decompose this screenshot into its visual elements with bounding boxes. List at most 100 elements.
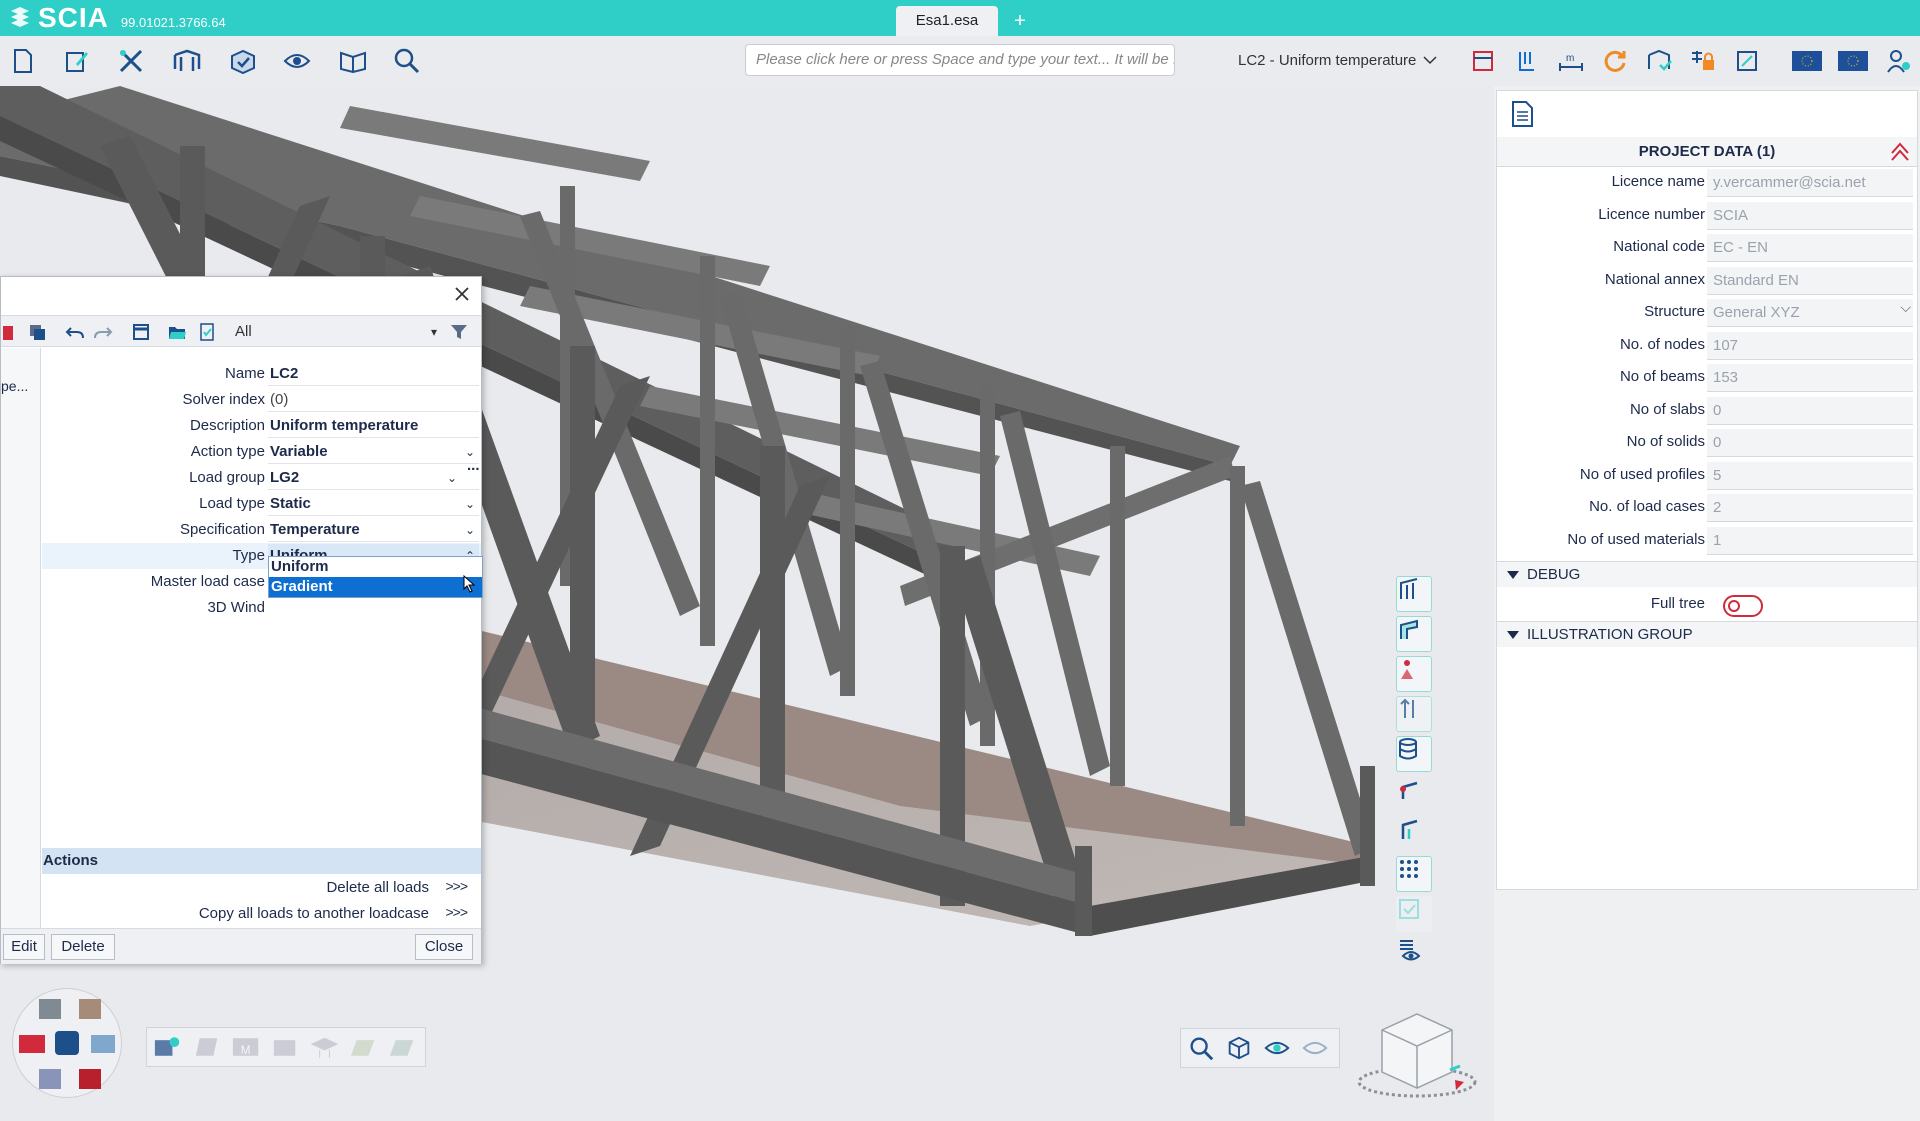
field-description[interactable]: Description Uniform temperature xyxy=(42,413,481,439)
check-grid-icon[interactable] xyxy=(1396,896,1432,932)
field-load-group[interactable]: Load group LG2 ⌄ xyxy=(42,465,481,491)
hinge-tool-icon[interactable] xyxy=(1396,776,1432,812)
project-data-value: 2 xyxy=(1707,494,1913,522)
new-tab-button[interactable]: + xyxy=(1010,6,1030,36)
document-icon[interactable] xyxy=(1507,99,1537,129)
frame-icon[interactable] xyxy=(1468,46,1498,76)
copy-icon[interactable] xyxy=(27,322,47,342)
zoom-all-icon[interactable] xyxy=(1187,1033,1215,1063)
edit-button[interactable]: Edit xyxy=(3,934,45,960)
chevron-down-icon[interactable]: ⌄ xyxy=(447,466,457,490)
table-icon[interactable] xyxy=(131,322,151,342)
folder-open-icon[interactable] xyxy=(167,322,187,342)
field-value[interactable]: (0) xyxy=(268,388,479,412)
type-option-uniform[interactable]: Uniform xyxy=(269,557,482,577)
type-option-gradient[interactable]: Gradient xyxy=(269,577,482,597)
undo-icon[interactable] xyxy=(65,322,85,342)
field-load-type[interactable]: Load type Static ⌄ xyxy=(42,491,481,517)
type-dropdown-list[interactable]: Uniform Gradient xyxy=(268,556,483,598)
field-specification[interactable]: Specification Temperature ⌄ xyxy=(42,517,481,543)
load-case-list[interactable]: pe... xyxy=(1,348,41,928)
collapse-up-icon[interactable] xyxy=(1889,141,1911,163)
database-icon[interactable] xyxy=(1396,736,1432,772)
user-settings-icon[interactable] xyxy=(1884,46,1914,76)
document-tab[interactable]: Esa1.esa xyxy=(896,6,998,36)
align-tool-icon[interactable] xyxy=(1396,696,1432,732)
eu-flag-annex-icon xyxy=(1838,46,1868,76)
dimension-icon[interactable]: m xyxy=(1556,46,1586,76)
visibility-list-icon[interactable] xyxy=(1396,936,1432,972)
dialog-toolbar: All ▾ xyxy=(1,315,481,347)
grid-points-icon[interactable] xyxy=(1396,856,1432,892)
beam-tool-icon[interactable] xyxy=(1396,816,1432,852)
chevron-down-icon[interactable]: ⌄ xyxy=(465,492,475,516)
lock-icon[interactable] xyxy=(1688,46,1718,76)
load-case-select[interactable]: LC2 - Uniform temperature xyxy=(1238,50,1438,70)
view-fit-icon[interactable] xyxy=(1732,46,1762,76)
delete-icon[interactable] xyxy=(1,322,21,342)
load-panel-icon[interactable] xyxy=(347,1032,380,1062)
field-name[interactable]: Name LC2 xyxy=(42,361,481,387)
view-settings-icon[interactable] xyxy=(1263,1033,1291,1063)
full-tree-toggle[interactable] xyxy=(1723,595,1763,617)
close-icon[interactable] xyxy=(453,285,471,303)
list-item[interactable]: pe... xyxy=(1,378,28,394)
wall-icon[interactable] xyxy=(268,1032,301,1062)
selection-wheel[interactable] xyxy=(12,988,122,1098)
close-button[interactable]: Close xyxy=(415,934,473,960)
check-icon[interactable] xyxy=(228,46,258,76)
search-help-icon[interactable] xyxy=(392,46,422,76)
action-go-button[interactable]: >>> xyxy=(445,904,468,920)
load-icon[interactable] xyxy=(1512,46,1542,76)
field-value[interactable]: Temperature ⌄ xyxy=(268,518,479,542)
field-value[interactable]: Variable ⌄ xyxy=(268,440,479,464)
tools-icon[interactable] xyxy=(116,46,146,76)
member-m-icon[interactable]: M xyxy=(229,1032,262,1062)
slab-icon[interactable] xyxy=(308,1032,341,1062)
field-value[interactable]: Static ⌄ xyxy=(268,492,479,516)
field-value[interactable] xyxy=(268,596,479,620)
illustration-group-section[interactable]: ILLUSTRATION GROUP xyxy=(1497,621,1917,647)
project-data-header[interactable]: PROJECT DATA (1) xyxy=(1497,137,1917,167)
structure-select-icon[interactable] xyxy=(151,1032,184,1062)
action-go-button[interactable]: >>> xyxy=(445,878,468,894)
delete-all-loads-action[interactable]: Delete all loads >>> xyxy=(42,875,481,901)
structure-icon[interactable] xyxy=(172,46,202,76)
debug-section[interactable]: DEBUG xyxy=(1497,561,1917,587)
plate-icon[interactable] xyxy=(190,1032,223,1062)
render-icon[interactable] xyxy=(1301,1033,1329,1063)
section-tool-icon[interactable] xyxy=(1396,576,1432,612)
copy-loads-action[interactable]: Copy all loads to another loadcase >>> xyxy=(42,901,481,927)
field-value[interactable]: LG2 ⌄ xyxy=(268,466,479,490)
load-group-more-button[interactable]: ... xyxy=(467,457,480,474)
navigation-cube-icon[interactable] xyxy=(1352,1000,1482,1100)
field-value[interactable]: Uniform temperature xyxy=(268,414,479,438)
field-label: Specification xyxy=(179,521,265,538)
filter-select[interactable]: All ▾ xyxy=(235,323,441,343)
support-tool-icon[interactable] xyxy=(1396,656,1432,692)
view-icon[interactable] xyxy=(282,46,312,76)
field-action-type[interactable]: Action type Variable ⌄ xyxy=(42,439,481,465)
3d-view-icon[interactable] xyxy=(1225,1033,1253,1063)
field-solver-index[interactable]: Solver index (0) xyxy=(42,387,481,413)
model-check-icon[interactable] xyxy=(1644,46,1674,76)
edit-icon[interactable] xyxy=(62,46,92,76)
filter-icon[interactable] xyxy=(449,322,469,342)
delete-button[interactable]: Delete xyxy=(51,934,115,960)
command-input[interactable]: Please click here or press Space and typ… xyxy=(745,44,1175,76)
load-area-icon[interactable] xyxy=(386,1032,419,1062)
chevron-down-icon: ⌵ xyxy=(1900,299,1911,315)
chevron-down-icon[interactable]: ⌄ xyxy=(465,518,475,542)
refresh-icon[interactable] xyxy=(1600,46,1630,76)
member-tool-icon[interactable] xyxy=(1396,616,1432,652)
new-file-icon[interactable] xyxy=(8,46,38,76)
field-label: Load group xyxy=(189,469,265,486)
field-3d-wind[interactable]: 3D Wind xyxy=(42,595,481,621)
open-book-icon[interactable] xyxy=(338,46,368,76)
illustration-group-title: ILLUSTRATION GROUP xyxy=(1527,626,1693,643)
field-value[interactable]: LC2 xyxy=(268,362,479,386)
load-case-label: LC2 - Uniform temperature xyxy=(1238,51,1417,69)
redo-icon[interactable] xyxy=(93,322,113,342)
project-data-value[interactable]: General XYZ xyxy=(1707,299,1913,327)
check-document-icon[interactable] xyxy=(197,322,217,342)
